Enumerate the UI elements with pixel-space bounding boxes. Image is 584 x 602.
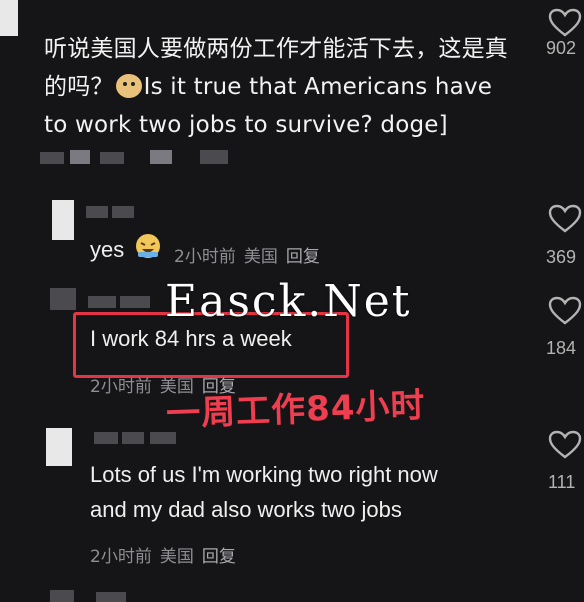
- reply-link[interactable]: 回复: [286, 247, 320, 267]
- pixelated-meta: [40, 152, 64, 164]
- pixelated-username: [112, 206, 134, 218]
- handwritten-note: 一周工作84小时: [165, 385, 427, 435]
- like-count: 902: [546, 38, 577, 58]
- heart-icon[interactable]: [548, 296, 582, 326]
- pixelated-meta: [100, 152, 124, 164]
- timestamp: 2小时前: [90, 377, 152, 397]
- watermark: Easck.Net: [165, 276, 412, 327]
- timestamp: 2小时前: [90, 547, 152, 567]
- pixelated-username: [86, 206, 108, 218]
- heart-icon[interactable]: [548, 204, 582, 234]
- pixelated-username: [150, 432, 176, 444]
- pixelated-meta: [150, 150, 172, 164]
- reply-meta: 2小时前 美国 回复: [174, 242, 328, 267]
- pixelated-meta: [50, 590, 74, 602]
- avatar[interactable]: [46, 428, 72, 466]
- pixelated-username: [88, 296, 116, 308]
- avatar[interactable]: [0, 0, 18, 36]
- comment-text: 听说美国人要做两份工作才能活下去，这是真的吗？ Is it true that A…: [44, 30, 514, 144]
- laughing-crying-icon: [136, 234, 160, 258]
- avatar[interactable]: [52, 200, 74, 240]
- pixelated-username: [122, 432, 144, 444]
- like-count: 369: [546, 247, 577, 267]
- pixelated-username: [94, 432, 118, 444]
- reply-text-line: and my dad also works two jobs: [90, 497, 402, 522]
- doge-icon: [115, 74, 142, 98]
- location: 美国: [243, 247, 278, 267]
- pixelated-meta: [96, 592, 126, 602]
- reply-text-line: Lots of us I'm working two right now: [90, 462, 438, 487]
- reply-meta: 2小时前 美国 回复: [90, 542, 244, 567]
- heart-icon[interactable]: [548, 430, 582, 460]
- like-count: 111: [548, 472, 576, 492]
- location: 美国: [159, 547, 194, 567]
- comment-screen: 902 听说美国人要做两份工作才能活下去，这是真的吗？ Is it true th…: [0, 0, 584, 602]
- reply-text: yes: [90, 237, 125, 262]
- reply-link[interactable]: 回复: [202, 547, 236, 567]
- pixelated-username: [120, 296, 150, 308]
- reply-text: I work 84 hrs a week: [90, 326, 292, 351]
- pixelated-meta: [70, 150, 90, 164]
- like-count: 184: [546, 338, 577, 358]
- timestamp: 2小时前: [174, 247, 236, 267]
- pixelated-meta: [200, 150, 228, 164]
- heart-icon[interactable]: [548, 8, 582, 38]
- avatar[interactable]: [50, 288, 76, 310]
